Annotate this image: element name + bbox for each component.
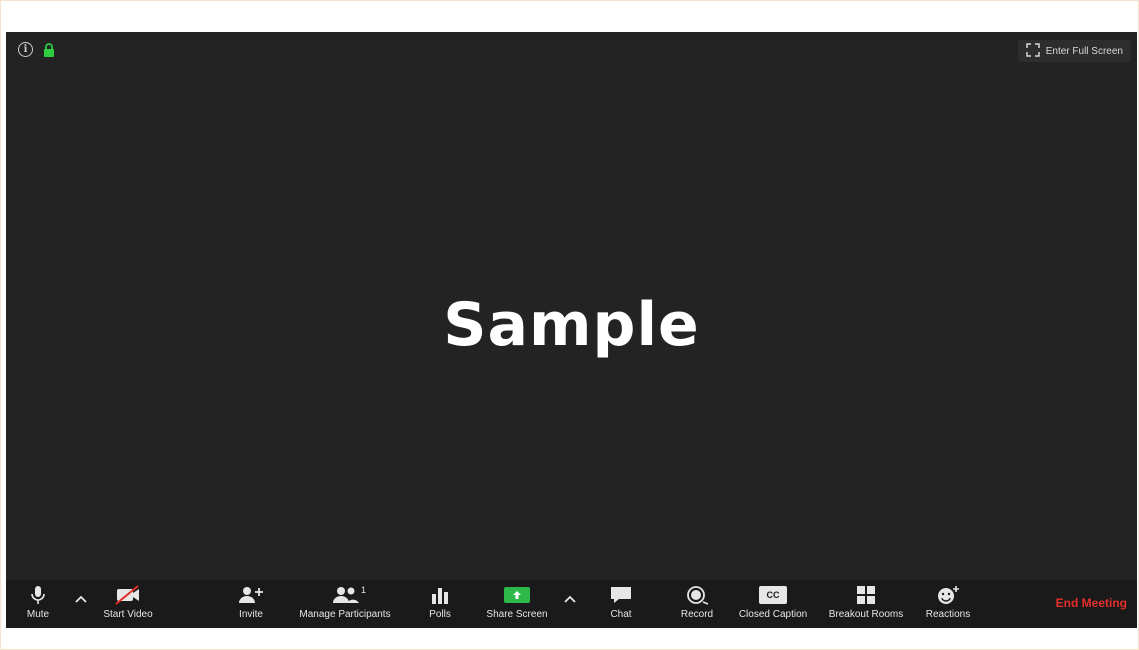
meeting-window: i Enter Full Screen Sample Mute Start Vi… [6, 32, 1137, 628]
audio-options-caret[interactable] [73, 592, 89, 608]
outer-frame: i Enter Full Screen Sample Mute Start Vi… [0, 0, 1139, 650]
video-off-icon [114, 584, 142, 606]
polls-label: Polls [429, 609, 451, 620]
share-screen-button[interactable]: Share Screen [482, 584, 552, 620]
reactions-label: Reactions [925, 609, 971, 620]
chat-button[interactable]: Chat [606, 584, 636, 620]
manage-participants-label: Manage Participants [299, 609, 391, 620]
invite-button[interactable]: Invite [234, 584, 268, 620]
polls-button[interactable]: Polls [425, 584, 455, 620]
start-video-button[interactable]: Start Video [96, 584, 160, 620]
lock-icon[interactable] [43, 42, 55, 57]
closed-caption-button[interactable]: CC Closed Caption [733, 584, 813, 620]
cc-icon: CC [759, 584, 787, 606]
cc-icon-box: CC [759, 586, 787, 604]
invite-label: Invite [239, 609, 263, 620]
microphone-icon [30, 584, 46, 606]
add-person-icon [237, 584, 265, 606]
manage-participants-button[interactable]: 1 Manage Participants [290, 584, 400, 620]
meeting-toolbar: Mute Start Video Invite 1 Manage Partici… [6, 580, 1137, 628]
bar-chart-icon [429, 584, 451, 606]
breakout-rooms-button[interactable]: Breakout Rooms [822, 584, 910, 620]
breakout-rooms-label: Breakout Rooms [828, 609, 904, 620]
participant-name-display: Sample [443, 290, 700, 360]
mute-label: Mute [26, 609, 50, 620]
share-screen-icon [503, 584, 531, 606]
mute-button[interactable]: Mute [22, 584, 54, 620]
record-label: Record [680, 609, 714, 620]
fullscreen-icon [1025, 42, 1040, 60]
closed-caption-label: Closed Caption [738, 609, 808, 620]
end-meeting-button[interactable]: End Meeting [1056, 596, 1127, 610]
reactions-button[interactable]: Reactions [922, 584, 974, 620]
participants-count-badge: 1 [361, 585, 367, 595]
fullscreen-label: Enter Full Screen [1045, 45, 1123, 57]
meeting-status-icons: i [18, 42, 55, 57]
participants-icon [330, 584, 360, 606]
breakout-grid-icon [855, 584, 877, 606]
start-video-label: Start Video [103, 609, 153, 620]
share-options-caret[interactable] [562, 592, 578, 608]
record-icon [684, 584, 710, 606]
chat-bubble-icon [609, 584, 633, 606]
enter-full-screen-button[interactable]: Enter Full Screen [1017, 40, 1131, 62]
info-icon[interactable]: i [18, 42, 33, 57]
chat-label: Chat [610, 609, 632, 620]
record-button[interactable]: Record [677, 584, 717, 620]
smiley-plus-icon [935, 584, 961, 606]
share-screen-label: Share Screen [486, 609, 548, 620]
